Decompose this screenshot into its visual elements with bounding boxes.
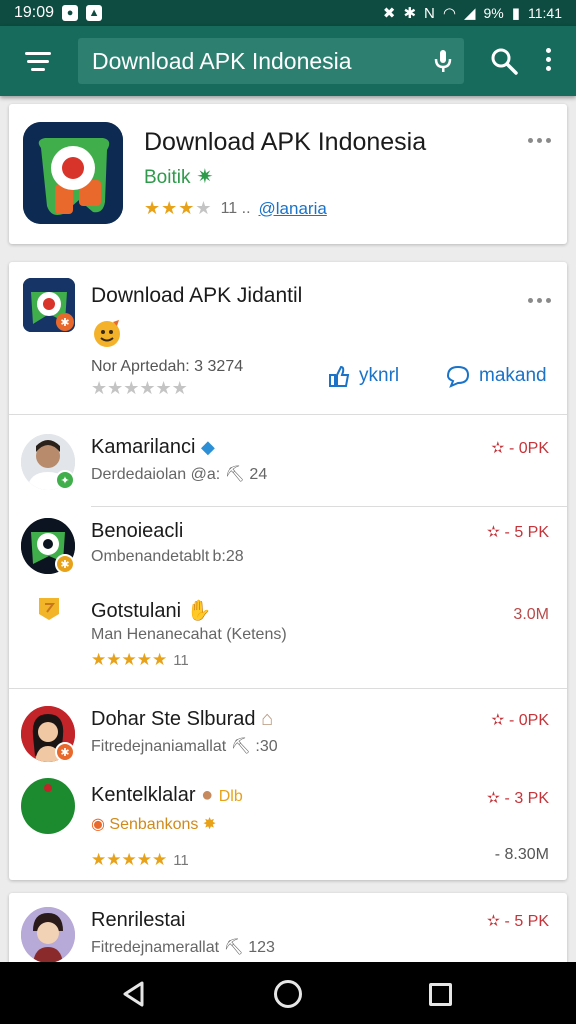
rating-row: ★★★★ 11 .. @lanaria [144, 198, 327, 219]
app-icon [23, 122, 123, 224]
more-options-icon[interactable] [528, 138, 551, 143]
list-item-size: ✫ - 0PK [491, 712, 549, 729]
chat-button-label: makand [479, 365, 547, 386]
list-item[interactable]: Kentelklalar ● Dlb ◉ Senbankons ✸ ✫ - 3 … [9, 774, 567, 874]
avatar [21, 907, 75, 963]
list-item-subtitle: Ombenandetablt b:28 [91, 548, 244, 565]
recents-icon[interactable] [429, 983, 452, 1006]
featured-app-subtitle: Nor Aprtedah: 3 3274 [91, 358, 244, 375]
rating-count: 11 [173, 851, 189, 869]
back-icon[interactable] [120, 980, 148, 1008]
search-input-value: Download APK Indonesia [92, 47, 352, 74]
smiley-icon [91, 318, 125, 355]
home-icon[interactable] [274, 980, 302, 1008]
list-item-title: Benoieacli [91, 520, 184, 542]
badge-icon: ✱ [55, 554, 75, 574]
emoji-icon: ● [201, 784, 214, 806]
rating-stars: ★★★★★ 11 [91, 850, 189, 869]
notification-icon: ● [62, 5, 79, 21]
badge-icon: ✦ [55, 470, 75, 490]
status-bar: 19:09 ● ▲ ✖ ✱ N ◠ ◢ 9% ▮ 11:41 [0, 0, 576, 26]
bluetooth-icon: ✱ [403, 5, 417, 22]
search-icon[interactable] [490, 46, 518, 76]
divider [9, 414, 567, 415]
signal-icon: ◢ [463, 5, 476, 22]
list-item-size: ✫ - 5 PK [486, 913, 549, 930]
wifi-icon: ◠ [442, 5, 456, 22]
list-item-size: ✫ - 0PK [491, 440, 549, 457]
developer-label: Boitik [144, 167, 191, 188]
target-icon: ◉ [91, 816, 105, 833]
list-item-download-size: - 8.30M [494, 846, 549, 863]
drop-icon: ◆ [201, 437, 215, 457]
gear-icon: ✸ [202, 816, 217, 833]
featured-rating-stars: ★★★★★★ [91, 378, 188, 398]
chat-icon [446, 365, 470, 388]
developer-link[interactable]: @lanaria [259, 199, 327, 219]
app-bar: Download APK Indonesia [0, 26, 576, 96]
chat-button[interactable]: makand [445, 364, 547, 388]
list-item[interactable]: ✦ Kamarilanci ◆ Derdedaiolan @a: ⛏ 24 ✫ … [9, 430, 567, 510]
divider [91, 506, 567, 507]
list-item-title: Gotstulani ✋ [91, 600, 212, 622]
list-item-subtitle: Fitredejnamerallat ⛏ 123 [91, 939, 275, 956]
developer-name[interactable]: Boitik ✷ [144, 164, 213, 189]
list-item-subtitle: ◉ Senbankons ✸ [91, 816, 217, 833]
list-item-title: Dohar Ste Slburad ⌂ [91, 708, 274, 730]
list-item-title: Renrilestai [91, 909, 186, 931]
verified-icon: ✷ [196, 166, 214, 188]
badge-icon: ✱ [55, 742, 75, 762]
list-item-subtitle: Derdedaiolan @a: ⛏ 24 [91, 466, 268, 483]
mic-icon[interactable] [434, 48, 452, 74]
list-item-title: Kamarilanci ◆ [91, 436, 215, 458]
status-time: 19:09 [14, 4, 55, 21]
share-icon [329, 365, 350, 387]
status-clock: 11:41 [528, 5, 562, 21]
overflow-menu-icon[interactable] [540, 48, 556, 76]
rating-count: 11 .. [220, 199, 251, 217]
app-title: Download APK Indonesia [144, 128, 427, 156]
svg-text:✱: ✱ [60, 316, 69, 329]
list-item[interactable]: Gotstulani ✋ Man Henanecahat (Ketens) 3.… [9, 590, 567, 680]
rating-stars: ★★★★★ 11 [91, 650, 189, 669]
list-item-size: 3.0M [513, 606, 549, 623]
more-options-icon[interactable] [528, 298, 551, 303]
navigation-bar [0, 962, 576, 1024]
battery-icon: ▮ [511, 5, 520, 22]
menu-icon[interactable] [8, 26, 68, 96]
list-item-subtitle: Man Henanecahat (Ketens) [91, 626, 287, 643]
nfc-icon: N [424, 4, 435, 22]
list-item[interactable]: ✱ Benoieacli Ombenandetablt b:28 ✫ - 5 P… [9, 514, 567, 594]
list-item-subtitle: Fitredejnaniamallat ⛏ :30 [91, 738, 278, 755]
mute-icon: ✖ [382, 5, 396, 22]
house-icon: ⌂ [261, 708, 274, 730]
avatar [21, 778, 75, 834]
list-item-size: ✫ - 3 PK [486, 790, 549, 807]
battery-level: 9% [483, 5, 504, 21]
image-notification-icon: ▲ [86, 5, 103, 21]
search-input[interactable]: Download APK Indonesia [78, 38, 464, 84]
share-button-label: yknrl [359, 365, 400, 386]
featured-app-title[interactable]: Download APK Jidantil [91, 284, 302, 308]
share-button[interactable]: yknrl [327, 364, 399, 388]
app-list-card: ✱ Download APK Jidantil Nor Aprtedah: 3 … [9, 262, 567, 880]
hero-app-card[interactable]: Download APK Indonesia Boitik ✷ ★★★★ 11 .… [9, 104, 567, 244]
rating-count: 11 [173, 651, 189, 669]
list-item[interactable]: ✱ Dohar Ste Slburad ⌂ Fitredejnaniamalla… [9, 702, 567, 782]
list-item-title: Kentelklalar ● Dlb [91, 784, 243, 806]
rating-stars: ★★★★ [144, 198, 213, 218]
bookmark-icon [39, 598, 59, 620]
featured-app-icon: ✱ [23, 278, 75, 332]
divider [9, 688, 567, 689]
list-item-size: ✫ - 5 PK [486, 524, 549, 541]
hand-icon: ✋ [186, 600, 212, 622]
